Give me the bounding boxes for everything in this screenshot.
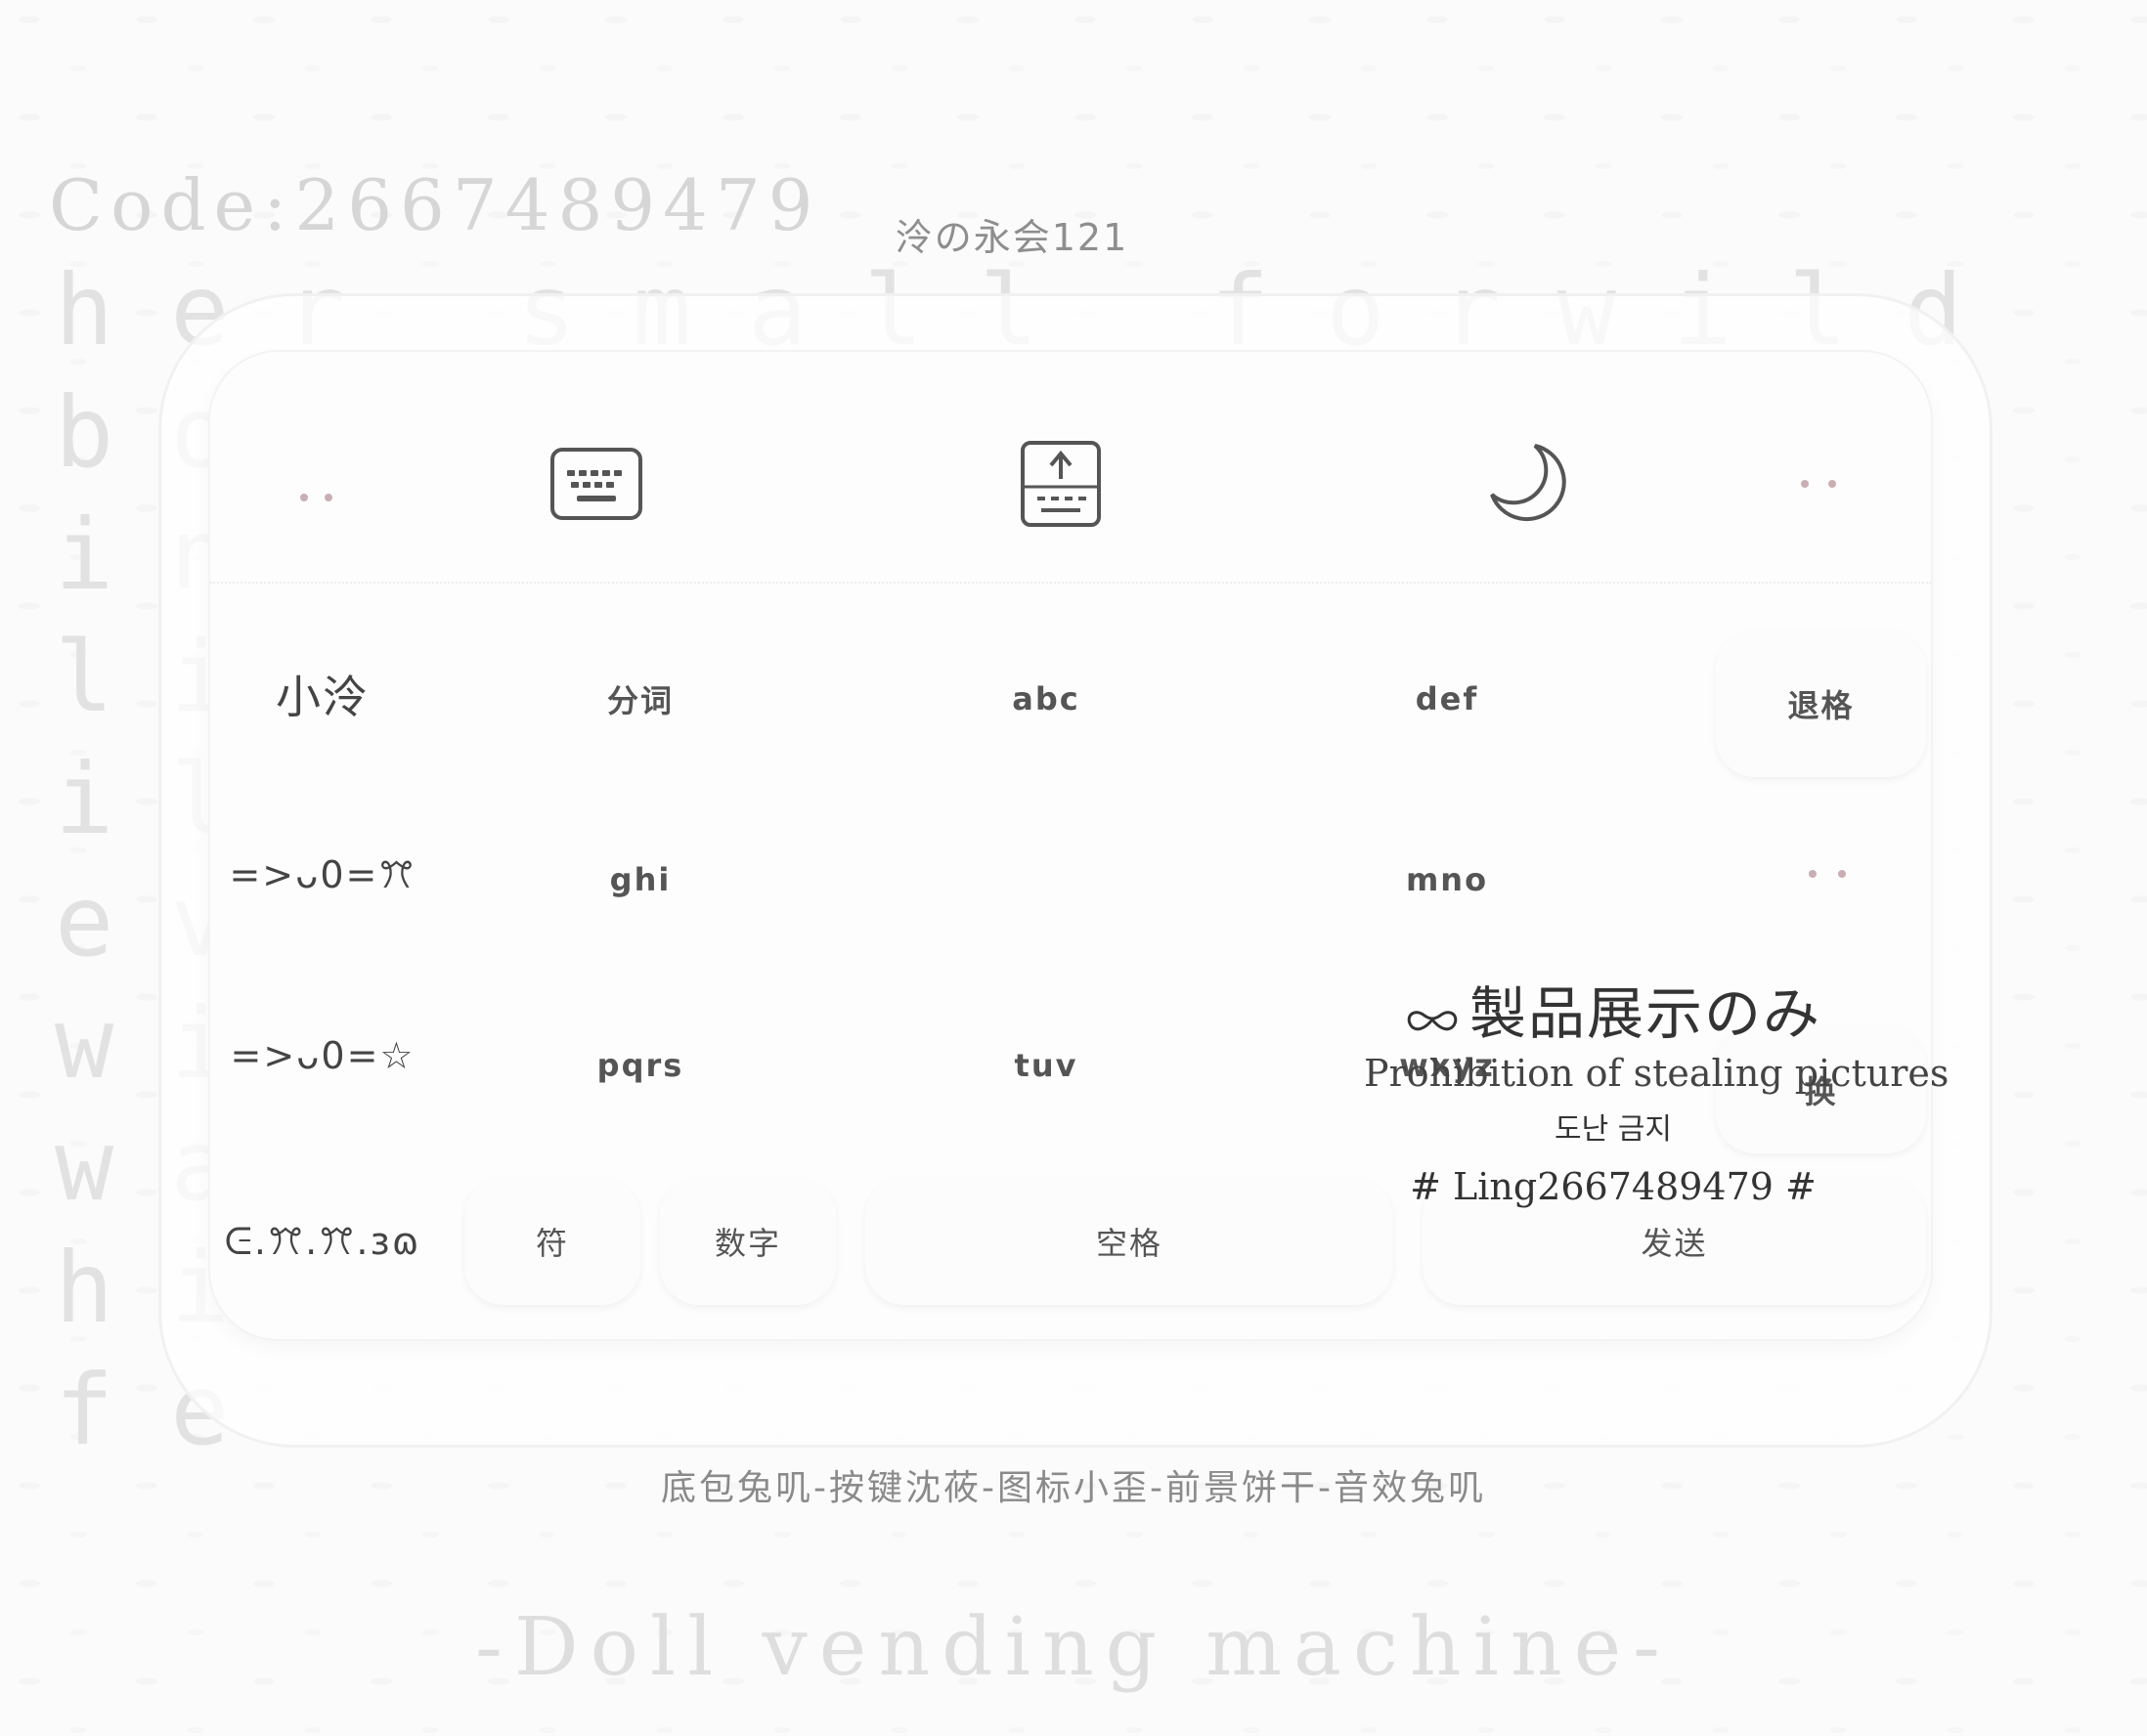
- watermark-title: 製品展示のみ: [1364, 968, 1862, 1050]
- sidebar-item[interactable]: 小泠: [210, 621, 435, 767]
- key-fenci[interactable]: 分词: [464, 621, 816, 777]
- key-backspace[interactable]: 退格: [1716, 630, 1926, 777]
- watermark: 製品展示のみ Prohibition of stealing pictures …: [1364, 968, 1950, 1208]
- keyboard-upload-icon[interactable]: [1012, 435, 1110, 533]
- watermark-title-text: 製品展示のみ: [1468, 980, 1821, 1047]
- dots-face-icon[interactable]: [264, 445, 372, 523]
- key-tuv[interactable]: tuv: [860, 987, 1232, 1144]
- keyboard-icon[interactable]: [543, 440, 650, 528]
- watermark-line1: Prohibition of stealing pictures: [1364, 1052, 1950, 1095]
- key-jkl[interactable]: [860, 802, 1232, 958]
- sidebar-item[interactable]: =>ᴗ0=☆: [210, 982, 435, 1129]
- key-space[interactable]: 空格: [865, 1178, 1393, 1305]
- sidebar-item[interactable]: ᕮ.ꔫ.ꔫ.ɜɷ: [210, 1168, 435, 1315]
- moon-icon[interactable]: [1481, 435, 1579, 533]
- dots-face-icon[interactable]: [1770, 445, 1867, 523]
- sidebar-item[interactable]: =>ᴗ0=ꔫ: [210, 802, 435, 948]
- key-mno[interactable]: mno: [1261, 802, 1633, 958]
- key-symbol[interactable]: 符: [464, 1178, 640, 1305]
- key-pqrs[interactable]: pqrs: [464, 987, 816, 1144]
- tagline-text: -Doll vending machine-: [475, 1601, 1672, 1694]
- key-face-right[interactable]: [1731, 802, 1926, 958]
- keyboard-toolbar: [210, 352, 1931, 584]
- key-ghi[interactable]: ghi: [464, 802, 816, 958]
- key-numbers[interactable]: 数字: [660, 1178, 836, 1305]
- key-abc[interactable]: abc: [860, 621, 1232, 777]
- bow-icon: [1407, 1011, 1458, 1031]
- watermark-line2: 도난 금지: [1555, 1112, 1672, 1147]
- watermark-line3: # Ling2667489479 #: [1410, 1165, 1817, 1208]
- brand-label: 泠の永会121: [895, 216, 1129, 259]
- key-def[interactable]: def: [1261, 621, 1633, 777]
- credits-text: 底包兔叽-按键沈莜-图标小歪-前景饼干-音效兔叽: [661, 1468, 1486, 1508]
